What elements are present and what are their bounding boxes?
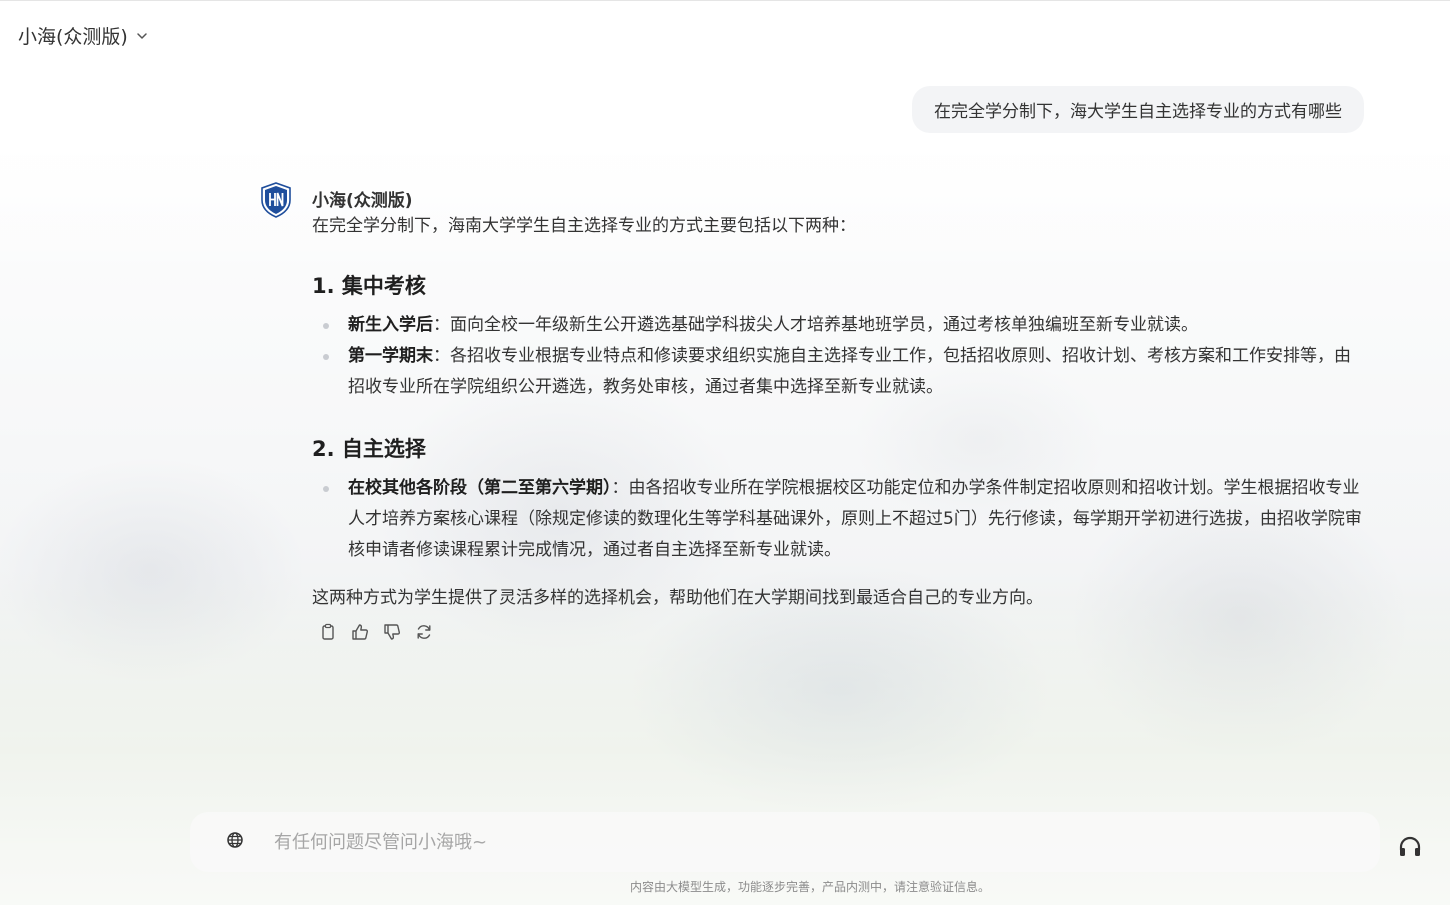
model-selector-label: 小海(众测版) xyxy=(18,26,128,48)
list-item: 新生入学后：面向全校一年级新生公开遴选基础学科拔尖人才培养基地班学员，通过考核单… xyxy=(312,310,1367,341)
headset-icon[interactable] xyxy=(1397,834,1423,860)
section-list: 在校其他各阶段（第二至第六学期）：由各招收专业所在学院根据校区功能定位和办学条件… xyxy=(312,473,1367,566)
list-item: 在校其他各阶段（第二至第六学期）：由各招收专业所在学院根据校区功能定位和办学条件… xyxy=(312,473,1367,566)
section-list: 新生入学后：面向全校一年级新生公开遴选基础学科拔尖人才培养基地班学员，通过考核单… xyxy=(312,310,1367,403)
copy-icon xyxy=(322,623,334,640)
model-selector[interactable]: 小海(众测版) xyxy=(18,22,148,49)
chat-input[interactable] xyxy=(274,822,1354,862)
thumbs-up-icon xyxy=(352,624,368,640)
list-item-label: 在校其他各阶段（第二至第六学期） xyxy=(348,478,612,498)
list-item: 第一学期末：各招收专业根据专业特点和修读要求组织实施自主选择专业工作，包括招收原… xyxy=(312,341,1367,403)
disclaimer-note: 内容由大模型生成，功能逐步完善，产品内测中，请注意验证信息。 xyxy=(629,880,990,894)
user-message-bubble: 在完全学分制下，海大学生自主选择专业的方式有哪些 xyxy=(912,86,1364,133)
list-item-text: ：面向全校一年级新生公开遴选基础学科拔尖人才培养基地班学员，通过考核单独编班至新… xyxy=(433,315,1198,335)
list-item-label: 新生入学后 xyxy=(348,315,433,335)
thumbs-down-icon xyxy=(384,624,400,640)
assistant-message-body: 小海(众测版) 在完全学分制下，海南大学学生自主选择专业的方式主要包括以下两种：… xyxy=(312,186,1367,642)
regenerate-button[interactable] xyxy=(414,622,434,642)
chevron-down-icon xyxy=(137,32,147,39)
assistant-summary: 这两种方式为学生提供了灵活多样的选择机会，帮助他们在大学期间找到最适合自己的专业… xyxy=(312,588,1043,608)
globe-icon[interactable] xyxy=(226,831,244,849)
refresh-icon xyxy=(417,625,431,639)
section-heading: 1. 集中考核 xyxy=(312,274,426,298)
section-heading: 2. 自主选择 xyxy=(312,437,426,461)
assistant-intro: 在完全学分制下，海南大学学生自主选择专业的方式主要包括以下两种： xyxy=(312,216,856,236)
top-border xyxy=(0,0,1450,1)
user-message-text: 在完全学分制下，海大学生自主选择专业的方式有哪些 xyxy=(934,102,1342,122)
assistant-name: 小海(众测版) xyxy=(312,191,413,211)
copy-button[interactable] xyxy=(318,622,338,642)
dislike-button[interactable] xyxy=(382,622,402,642)
composer xyxy=(190,812,1380,872)
list-item-text: ：各招收专业根据专业特点和修读要求组织实施自主选择专业工作，包括招收原则、招收计… xyxy=(348,346,1351,397)
list-item-label: 第一学期末 xyxy=(348,346,433,366)
message-actions xyxy=(318,622,1367,642)
like-button[interactable] xyxy=(350,622,370,642)
hainan-university-logo-icon xyxy=(261,182,291,218)
